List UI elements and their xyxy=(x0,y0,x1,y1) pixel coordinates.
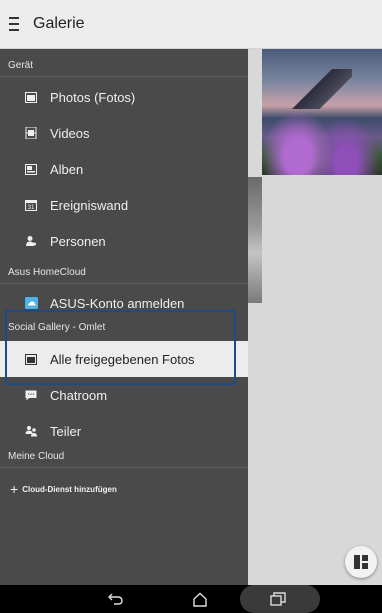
section-header-mycloud: Meine Cloud xyxy=(0,446,248,468)
film-icon xyxy=(24,126,38,140)
app-bar: Galerie xyxy=(0,0,382,49)
menu-icon[interactable] xyxy=(9,17,19,31)
add-cloud-label: Cloud-Dienst hinzufügen xyxy=(22,484,117,494)
photos-icon xyxy=(24,90,38,104)
drawer-item-photos[interactable]: Photos (Fotos) xyxy=(0,79,248,115)
section-header-homecloud: Asus HomeCloud xyxy=(0,262,248,284)
selection-highlight-frame xyxy=(5,310,236,385)
album-icon xyxy=(24,162,38,176)
drawer-item-albums[interactable]: Alben xyxy=(0,151,248,187)
layout-toggle-button[interactable] xyxy=(345,546,377,578)
chat-icon xyxy=(24,388,38,402)
svg-text:31: 31 xyxy=(28,205,35,211)
sharers-icon xyxy=(24,424,38,438)
system-navigation-bar xyxy=(0,585,382,613)
cloud-icon xyxy=(24,296,38,310)
calendar-icon: 31 xyxy=(24,198,38,212)
drawer-item-label: Alben xyxy=(50,161,84,177)
drawer-item-label: Personen xyxy=(50,233,106,249)
photo-thumbnail-partial[interactable] xyxy=(248,177,262,303)
recents-icon xyxy=(270,592,286,606)
drawer-item-videos[interactable]: Videos xyxy=(0,115,248,151)
drawer-item-label: Teiler xyxy=(50,423,82,439)
drawer-item-label: Chatroom xyxy=(50,387,108,403)
drawer-item-label: Ereigniswand xyxy=(50,197,129,213)
photo-thumbnail[interactable] xyxy=(262,49,382,175)
app-title: Galerie xyxy=(33,15,85,32)
drawer-item-label: Videos xyxy=(50,125,90,141)
plus-icon: + xyxy=(10,481,19,497)
drawer-item-label: ASUS-Konto anmelden xyxy=(50,295,185,311)
person-icon xyxy=(24,234,38,248)
section-header-device: Gerät xyxy=(0,55,248,77)
recents-button[interactable] xyxy=(258,585,298,613)
back-button[interactable] xyxy=(96,585,136,613)
drawer-item-sharers[interactable]: Teiler xyxy=(0,413,248,449)
back-icon xyxy=(108,593,123,605)
drawer-item-people[interactable]: Personen xyxy=(0,223,248,259)
grid-layout-icon xyxy=(354,555,368,569)
drawer-item-event-wall[interactable]: 31 Ereigniswand xyxy=(0,187,248,223)
drawer-item-label: Photos (Fotos) xyxy=(50,89,136,105)
add-cloud-service-button[interactable]: + Cloud-Dienst hinzufügen xyxy=(0,473,248,505)
home-icon xyxy=(193,592,207,607)
home-button[interactable] xyxy=(180,585,220,613)
